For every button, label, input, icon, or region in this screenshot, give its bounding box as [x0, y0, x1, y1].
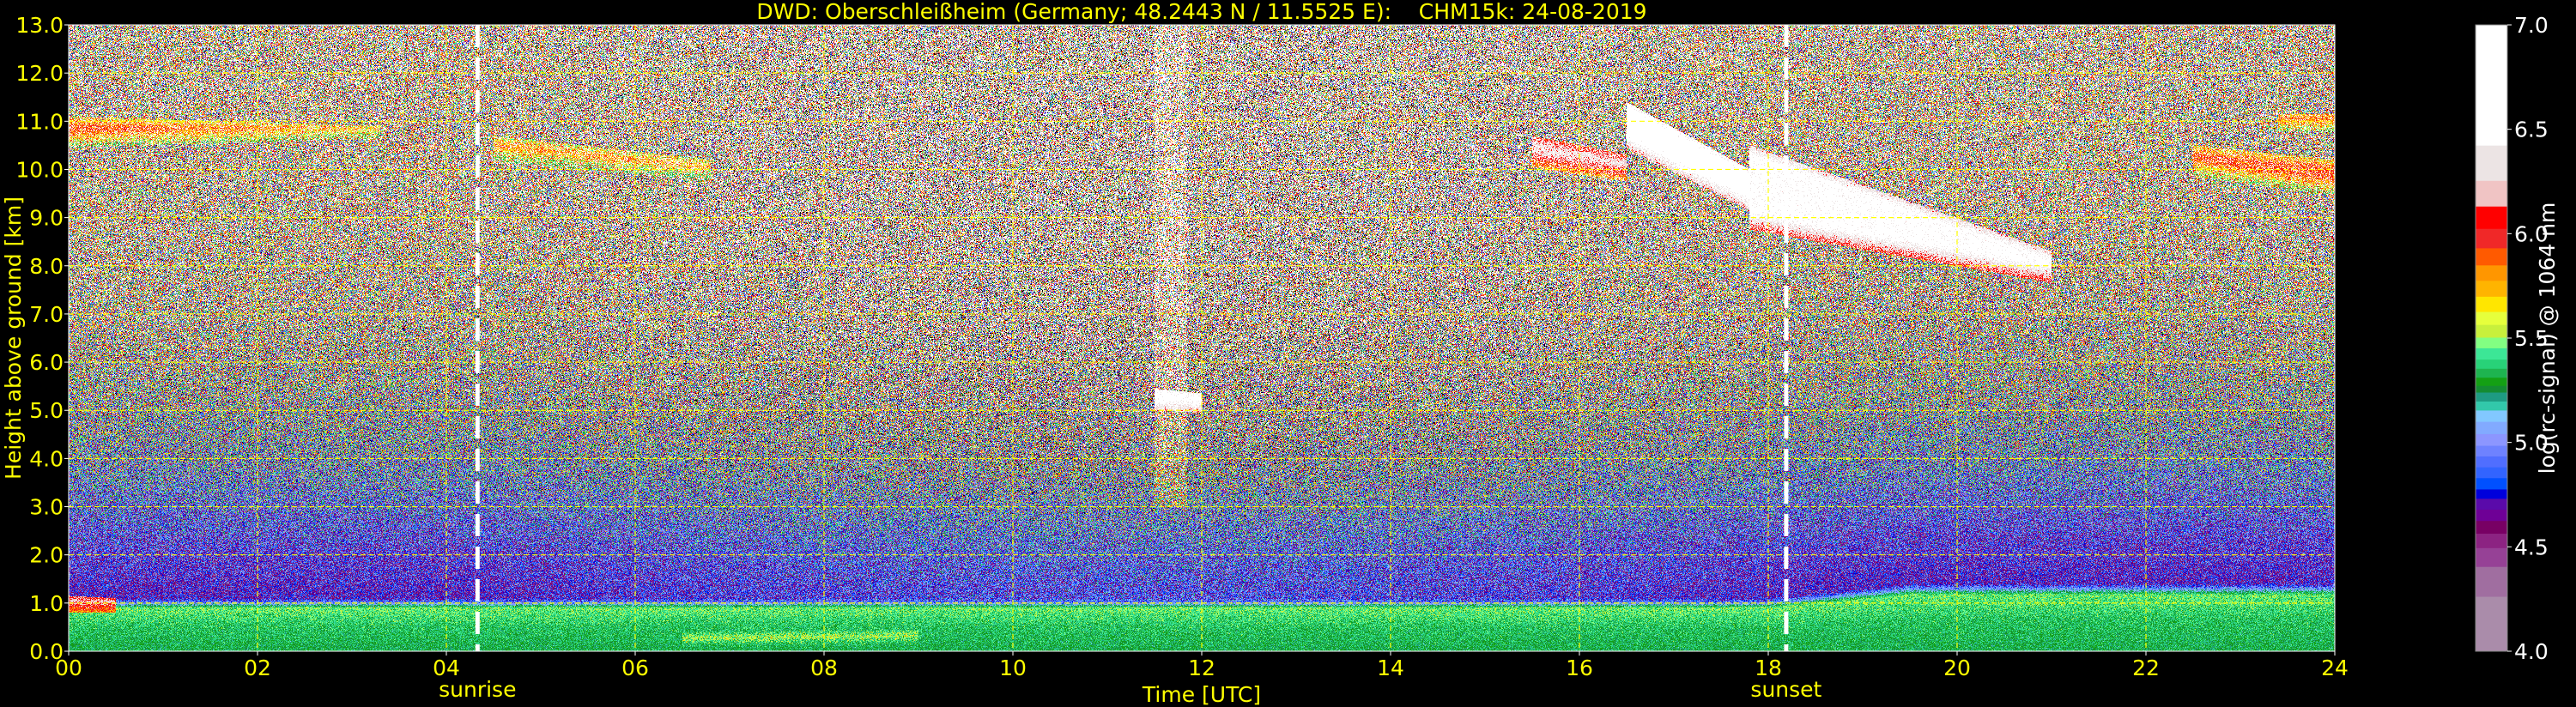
colorbar-level — [2476, 445, 2507, 456]
x-tick-label: 18 — [1755, 656, 1782, 680]
x-tick-label: 22 — [2132, 656, 2160, 680]
colorbar-tick-label: 4.0 — [2514, 639, 2549, 664]
colorbar-level — [2476, 228, 2507, 249]
x-tick-label: 16 — [1566, 656, 1593, 680]
colorbar-level — [2476, 359, 2507, 369]
y-tick-label: 6.0 — [29, 350, 64, 375]
colorbar-level — [2476, 280, 2507, 297]
colorbar-level — [2476, 206, 2507, 229]
x-axis-ticks: 00 02 04 06 08 10 12 14 16 18 20 22 24 — [55, 651, 2349, 680]
colorbar-level — [2476, 409, 2507, 422]
x-tick-label: 08 — [810, 656, 838, 680]
chart-overlay: DWD: Oberschleißheim (Germany; 48.2443 N… — [1, 0, 2560, 707]
colorbar-level — [2476, 509, 2507, 522]
colorbar-level — [2476, 368, 2507, 378]
colorbar-level — [2476, 324, 2507, 338]
x-tick-label: 06 — [621, 656, 649, 680]
colorbar-level — [2476, 385, 2507, 393]
marker-label-sunrise: sunrise — [439, 677, 516, 702]
colorbar-level — [2476, 520, 2507, 535]
colorbar-level — [2476, 311, 2507, 325]
x-tick-label: 10 — [999, 656, 1027, 680]
x-axis-label: Time [UTC] — [1142, 682, 1261, 707]
x-tick-label: 00 — [55, 656, 82, 680]
colorbar-tick-label: 7.0 — [2514, 13, 2549, 38]
colorbar-level — [2476, 498, 2507, 511]
x-tick-label: 02 — [244, 656, 271, 680]
colorbar-level — [2476, 477, 2507, 490]
y-tick-label: 2.0 — [29, 543, 64, 568]
colorbar-level — [2476, 547, 2507, 567]
colorbar-level — [2476, 392, 2507, 402]
colorbar-level — [2476, 433, 2507, 446]
colorbar-level — [2476, 296, 2507, 312]
colorbar-level — [2476, 145, 2507, 181]
colorbar-level — [2476, 337, 2507, 348]
colorbar-level — [2476, 421, 2507, 434]
y-tick-label: 12.0 — [15, 61, 64, 86]
y-tick-label: 3.0 — [29, 495, 64, 520]
colorbar-level — [2476, 533, 2507, 548]
x-tick-label: 12 — [1188, 656, 1215, 680]
colorbar-level — [2476, 25, 2507, 146]
y-axis-label: Height above ground [km] — [1, 196, 26, 480]
colorbar — [2475, 24, 2508, 652]
colorbar-level — [2476, 596, 2507, 652]
colorbar-label: log(rc-signal) @ 1064 nm — [2535, 202, 2560, 474]
colorbar-level — [2476, 456, 2507, 468]
grid-lines — [69, 25, 2335, 651]
y-tick-label: 9.0 — [29, 206, 64, 231]
colorbar-level — [2476, 347, 2507, 360]
y-tick-label: 1.0 — [29, 591, 64, 616]
colorbar-level — [2476, 488, 2507, 499]
colorbar-level — [2476, 377, 2507, 386]
colorbar-level — [2476, 247, 2507, 266]
y-tick-label: 5.0 — [29, 398, 64, 423]
x-tick-label: 20 — [1943, 656, 1971, 680]
colorbar-tick-label: 6.5 — [2514, 118, 2549, 142]
y-tick-label: 4.0 — [29, 446, 64, 471]
colorbar-level — [2476, 264, 2507, 281]
y-tick-label: 11.0 — [15, 109, 64, 134]
colorbar-level — [2476, 566, 2507, 597]
colorbar-level — [2476, 467, 2507, 479]
x-tick-label: 24 — [2321, 656, 2349, 680]
y-tick-label: 7.0 — [29, 302, 64, 327]
colorbar-level — [2476, 180, 2507, 207]
y-tick-label: 13.0 — [15, 13, 64, 38]
x-tick-label: 04 — [433, 656, 460, 680]
sun-markers: sunrise sunset — [439, 25, 1822, 702]
colorbar-level — [2476, 401, 2507, 411]
colorbar-tick-label: 4.5 — [2514, 535, 2549, 559]
x-tick-label: 14 — [1377, 656, 1404, 680]
y-tick-label: 10.0 — [15, 157, 64, 182]
y-tick-label: 8.0 — [29, 254, 64, 279]
marker-label-sunset: sunset — [1750, 677, 1821, 702]
chart-title: DWD: Oberschleißheim (Germany; 48.2443 N… — [756, 0, 1646, 24]
